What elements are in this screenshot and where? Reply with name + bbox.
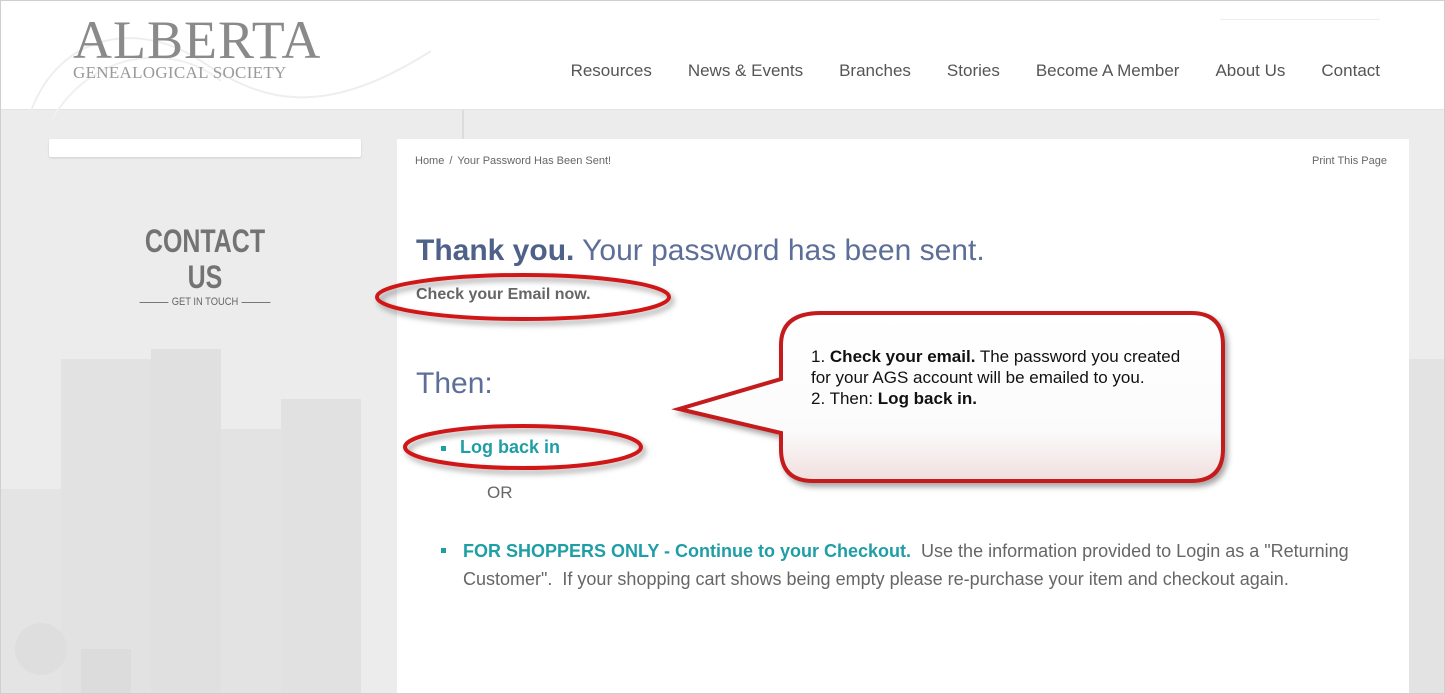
callout-step1-prefix: 1.	[811, 347, 830, 366]
browser-page: ALBERTA GENEALOGICAL SOCIETY Resources N…	[0, 0, 1445, 694]
callout-step1-bold: Check your email.	[829, 347, 976, 366]
callout-step2-bold: Log back in.	[877, 389, 977, 408]
callout-step2-prefix: 2. Then:	[811, 389, 878, 408]
highlight-ellipse-check-email	[375, 273, 671, 321]
highlight-ellipse-login	[403, 424, 643, 470]
annotation-overlay	[375, 273, 1225, 483]
callout-text: 1. Check your email. The password you cr…	[811, 346, 1201, 409]
